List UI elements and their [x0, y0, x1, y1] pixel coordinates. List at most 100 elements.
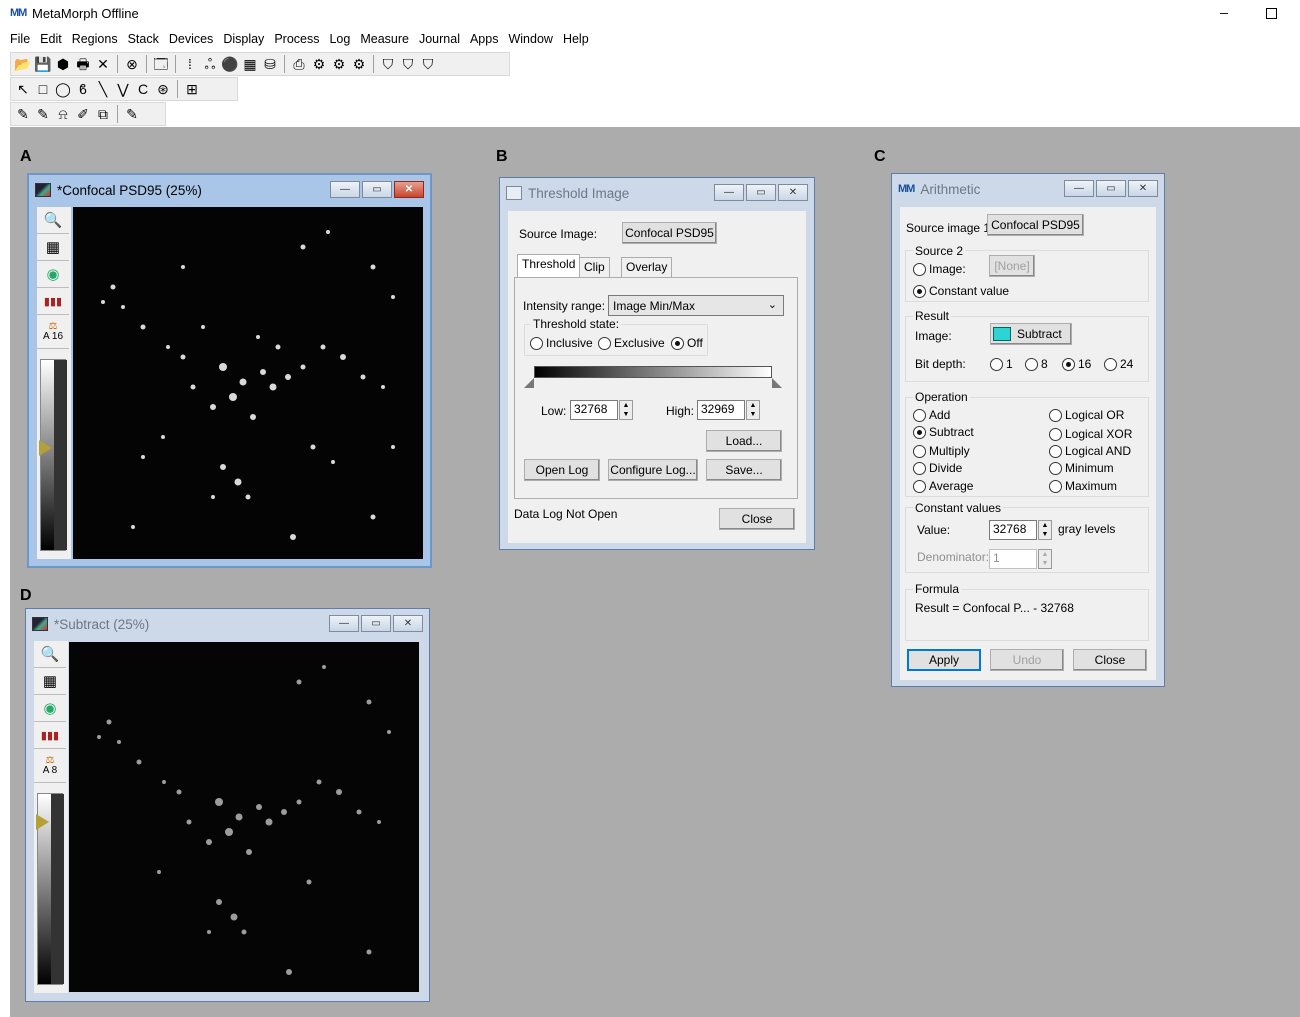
source-2-image-button[interactable]: [None]: [989, 255, 1035, 277]
close-button[interactable]: ✕: [394, 181, 424, 198]
open-log-button[interactable]: Open Log: [524, 459, 600, 481]
arithmetic-dialog[interactable]: MM Arithmetic — ▭ ✕ Source image 1: Conf…: [891, 173, 1165, 687]
main-tool-18-icon[interactable]: ⚙: [330, 55, 348, 73]
tab-threshold[interactable]: Threshold: [517, 254, 581, 277]
operation-maximum-radio[interactable]: Maximum: [1049, 479, 1117, 493]
load-button[interactable]: Load...: [706, 430, 782, 452]
main-tool-12-icon[interactable]: ⚫: [221, 55, 239, 73]
high-input[interactable]: 32969: [697, 400, 745, 420]
main-tool-17-icon[interactable]: ⚙: [310, 55, 328, 73]
region-tool-3-icon[interactable]: ϐ: [74, 80, 92, 98]
minimize-button[interactable]: —: [329, 615, 359, 632]
result-image-button[interactable]: Subtract: [990, 323, 1072, 345]
annotation-tool-3-icon[interactable]: ✐: [74, 105, 92, 123]
main-tool-16-icon[interactable]: ⎙: [290, 55, 308, 73]
maximize-button[interactable]: ▭: [361, 615, 391, 632]
main-tool-0-icon[interactable]: 📂: [14, 55, 32, 73]
denominator-spinner[interactable]: ▲ ▼: [1038, 549, 1052, 569]
value-input[interactable]: 32768: [989, 520, 1037, 540]
main-tool-10-icon[interactable]: ⁞: [181, 55, 199, 73]
denominator-input[interactable]: 1: [989, 549, 1037, 569]
spin-down-icon[interactable]: ▼: [1039, 559, 1051, 568]
main-tool-11-icon[interactable]: ஃ: [201, 55, 219, 73]
image-window-subtract[interactable]: *Subtract (25%) — ▭ ✕ 🔍 ▦ ◉ ▮▮▮ ⚖ A 8: [25, 608, 430, 1002]
state-off-radio[interactable]: Off: [671, 336, 703, 350]
main-tool-3-icon[interactable]: 🖶: [74, 55, 92, 73]
tab-clip[interactable]: Clip: [579, 257, 610, 277]
main-tool-6-icon[interactable]: ⊗: [123, 55, 141, 73]
region-tool-4-icon[interactable]: ╲: [94, 80, 112, 98]
confocal-image[interactable]: [73, 207, 423, 559]
intensity-scale-slider[interactable]: [36, 793, 64, 985]
spin-up-icon[interactable]: ▲: [1039, 521, 1051, 530]
spin-down-icon[interactable]: ▼: [620, 410, 632, 419]
main-tool-8-icon[interactable]: 🗔: [152, 55, 170, 73]
close-dialog-button[interactable]: Close: [719, 508, 795, 530]
operation-average-radio[interactable]: Average: [913, 479, 973, 493]
spin-up-icon[interactable]: ▲: [620, 401, 632, 410]
main-tool-14-icon[interactable]: ⛁: [261, 55, 279, 73]
bit-depth-24-radio[interactable]: 24: [1104, 357, 1133, 371]
scale-button[interactable]: ⚖ A 8: [34, 749, 66, 783]
value-spinner[interactable]: ▲ ▼: [1038, 520, 1052, 540]
maximize-window-button[interactable]: [1260, 4, 1282, 24]
subtract-image[interactable]: [69, 642, 419, 992]
menu-stack[interactable]: Stack: [123, 30, 164, 50]
bit-depth-16-radio[interactable]: 16: [1062, 357, 1091, 371]
region-tool-9-icon[interactable]: ⊞: [183, 80, 201, 98]
operation-minimum-radio[interactable]: Minimum: [1049, 461, 1114, 475]
constant-value-radio[interactable]: Constant value: [913, 284, 1009, 298]
intensity-range-select[interactable]: Image Min/Max ⌄: [608, 295, 784, 316]
operation-logical-or-radio[interactable]: Logical OR: [1049, 408, 1124, 422]
close-button[interactable]: ✕: [778, 184, 808, 201]
color-wheel-icon[interactable]: ◉: [37, 261, 69, 288]
menu-help[interactable]: Help: [558, 30, 594, 50]
spin-down-icon[interactable]: ▼: [1039, 530, 1051, 539]
state-exclusive-radio[interactable]: Exclusive: [598, 336, 665, 350]
spin-up-icon[interactable]: ▲: [1039, 550, 1051, 559]
minimize-button[interactable]: —: [330, 181, 360, 198]
tab-overlay[interactable]: Overlay: [621, 257, 673, 277]
region-tool-7-icon[interactable]: ⊛: [154, 80, 172, 98]
source-image-1-button[interactable]: Confocal PSD95: [987, 214, 1084, 236]
annotation-tool-2-icon[interactable]: ⍾: [54, 105, 72, 123]
close-button[interactable]: ✕: [1128, 180, 1158, 197]
main-tool-13-icon[interactable]: ▦: [241, 55, 259, 73]
region-tool-1-icon[interactable]: □: [34, 80, 52, 98]
maximize-button[interactable]: ▭: [362, 181, 392, 198]
copy-region-icon[interactable]: ▦: [37, 234, 69, 261]
main-tool-22-icon[interactable]: ⛉: [399, 55, 417, 73]
zoom-icon[interactable]: 🔍: [37, 207, 69, 234]
annotation-tool-4-icon[interactable]: ⧉: [94, 105, 112, 123]
menu-window[interactable]: Window: [503, 30, 557, 50]
menu-file[interactable]: File: [0, 30, 35, 50]
main-tool-2-icon[interactable]: ⬢: [54, 55, 72, 73]
operation-logical-and-radio[interactable]: Logical AND: [1049, 444, 1131, 458]
operation-multiply-radio[interactable]: Multiply: [913, 444, 970, 458]
intensity-scale-slider[interactable]: [39, 359, 67, 551]
menu-process[interactable]: Process: [269, 30, 324, 50]
menu-regions[interactable]: Regions: [67, 30, 123, 50]
high-spinner[interactable]: ▲ ▼: [746, 400, 760, 420]
source-image-button[interactable]: Confocal PSD95: [622, 222, 717, 244]
undo-button[interactable]: Undo: [990, 649, 1064, 671]
menu-journal[interactable]: Journal: [414, 30, 465, 50]
operation-logical-xor-radio[interactable]: Logical XOR: [1049, 427, 1132, 441]
annotation-tool-1-icon[interactable]: ✎: [34, 105, 52, 123]
main-tool-4-icon[interactable]: ✕: [94, 55, 112, 73]
close-button[interactable]: ✕: [393, 615, 423, 632]
low-threshold-marker[interactable]: [524, 378, 534, 388]
minimize-button[interactable]: —: [714, 184, 744, 201]
spin-down-icon[interactable]: ▼: [747, 410, 759, 419]
main-tool-23-icon[interactable]: ⛉: [419, 55, 437, 73]
region-tool-6-icon[interactable]: Ϲ: [134, 80, 152, 98]
slider-handle[interactable]: [39, 440, 52, 456]
state-inclusive-radio[interactable]: Inclusive: [530, 336, 593, 350]
low-spinner[interactable]: ▲ ▼: [619, 400, 633, 420]
menu-apps[interactable]: Apps: [465, 30, 504, 50]
image-window-confocal[interactable]: *Confocal PSD95 (25%) — ▭ ✕ 🔍 ▦ ◉ ▮▮▮ ⚖ …: [27, 173, 432, 568]
menu-edit[interactable]: Edit: [35, 30, 67, 50]
region-tool-5-icon[interactable]: ⋁: [114, 80, 132, 98]
operation-add-radio[interactable]: Add: [913, 408, 950, 422]
operation-subtract-radio[interactable]: Subtract: [913, 425, 974, 439]
